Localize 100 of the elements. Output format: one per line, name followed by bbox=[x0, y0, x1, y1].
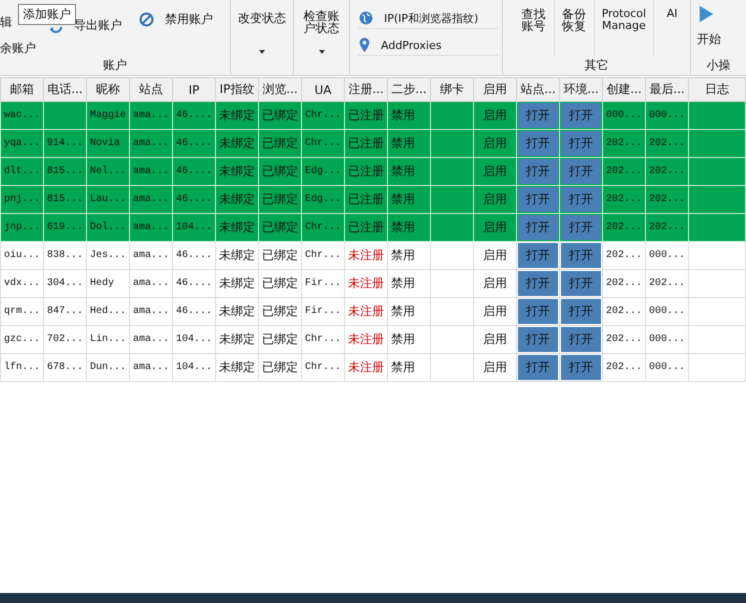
ribbon-button[interactable]: IP(IP和浏览器指纹) bbox=[358, 8, 498, 29]
table-cell: Chr... bbox=[302, 214, 344, 242]
ribbon-button[interactable]: 余账户 bbox=[0, 40, 46, 57]
open-button[interactable]: 打开 bbox=[518, 103, 558, 128]
open-button[interactable]: 打开 bbox=[561, 355, 601, 380]
column-header[interactable]: 绑卡 bbox=[430, 78, 474, 102]
ribbon-button[interactable]: 开始 bbox=[691, 0, 721, 48]
table-cell: Hedy bbox=[86, 270, 130, 298]
ribbon-button[interactable]: Protocol Manage bbox=[594, 8, 654, 32]
table-cell: ama... bbox=[130, 326, 172, 354]
open-button[interactable]: 打开 bbox=[518, 131, 558, 156]
table-cell: 未绑定 bbox=[216, 242, 258, 270]
table-cell: 46.... bbox=[172, 270, 216, 298]
open-button[interactable]: 打开 bbox=[518, 327, 558, 352]
tooltip: 添加账户 bbox=[18, 4, 76, 25]
table-cell: 000... bbox=[646, 298, 688, 326]
table-cell: 202... bbox=[602, 326, 646, 354]
open-button[interactable]: 打开 bbox=[561, 215, 601, 240]
table-cell: Lin... bbox=[86, 326, 130, 354]
ribbon-button[interactable]: 备份恢复 bbox=[554, 8, 594, 32]
group-label: 账户 bbox=[102, 57, 128, 74]
ribbon-button[interactable]: 禁用账户 bbox=[138, 11, 213, 28]
open-button[interactable]: 打开 bbox=[561, 243, 601, 268]
table-cell: 104... bbox=[172, 354, 216, 382]
column-header[interactable]: 浏览... bbox=[258, 78, 302, 102]
table-cell: 启用 bbox=[474, 354, 516, 382]
table-cell: 678... bbox=[44, 354, 86, 382]
column-header[interactable]: IP bbox=[172, 78, 216, 102]
table-cell: Chr... bbox=[302, 354, 344, 382]
table-cell: 202... bbox=[602, 214, 646, 242]
column-header[interactable]: 最后... bbox=[646, 78, 688, 102]
table-cell: 启用 bbox=[474, 298, 516, 326]
table-cell: 已绑定 bbox=[258, 242, 302, 270]
table-cell: lfn... bbox=[0, 354, 44, 382]
table-cell: 已绑定 bbox=[258, 270, 302, 298]
column-header[interactable]: 邮箱 bbox=[0, 78, 44, 102]
table-cell: 未绑定 bbox=[216, 298, 258, 326]
table-cell: ama... bbox=[130, 214, 172, 242]
open-button[interactable]: 打开 bbox=[518, 215, 558, 240]
group-label: 其它 bbox=[584, 57, 610, 74]
table-cell: 未注册 bbox=[344, 270, 388, 298]
open-button[interactable]: 打开 bbox=[518, 243, 558, 268]
table-cell: 104... bbox=[172, 214, 216, 242]
globe-icon bbox=[358, 10, 374, 26]
column-header[interactable]: IP指纹 bbox=[216, 78, 258, 102]
ban-icon bbox=[138, 11, 155, 28]
open-button[interactable]: 打开 bbox=[518, 271, 558, 296]
table-cell: 启用 bbox=[474, 270, 516, 298]
table-cell: 847... bbox=[44, 298, 86, 326]
table-cell: Jes... bbox=[86, 242, 130, 270]
table-cell: 202... bbox=[646, 270, 688, 298]
table-cell: 禁用 bbox=[388, 214, 430, 242]
table-cell: 702... bbox=[44, 326, 86, 354]
table-cell: 已绑定 bbox=[258, 326, 302, 354]
column-header[interactable]: UA bbox=[302, 78, 344, 102]
group-label: 小操 bbox=[706, 57, 732, 74]
table-cell: 202... bbox=[646, 214, 688, 242]
table-cell: 000... bbox=[646, 242, 688, 270]
open-button[interactable]: 打开 bbox=[561, 187, 601, 212]
open-button[interactable]: 打开 bbox=[561, 271, 601, 296]
table-cell: 已注册 bbox=[344, 214, 388, 242]
column-header[interactable]: 环境... bbox=[560, 78, 602, 102]
column-header[interactable]: 电话... bbox=[44, 78, 86, 102]
table-cell: 202... bbox=[602, 298, 646, 326]
column-header[interactable]: 日志 bbox=[688, 78, 746, 102]
column-header[interactable]: 站点... bbox=[516, 78, 560, 102]
column-header[interactable]: 二步... bbox=[388, 78, 430, 102]
open-button[interactable]: 打开 bbox=[561, 299, 601, 324]
open-button[interactable]: 打开 bbox=[518, 159, 558, 184]
open-button[interactable]: 打开 bbox=[561, 159, 601, 184]
column-header[interactable]: 站点 bbox=[130, 78, 172, 102]
table-cell: qrm... bbox=[0, 298, 44, 326]
ribbon-button[interactable]: 改变状态 bbox=[231, 0, 293, 58]
ribbon-button[interactable]: AddProxies bbox=[358, 35, 498, 56]
column-header[interactable]: 启用 bbox=[474, 78, 516, 102]
column-header[interactable]: 昵称 bbox=[86, 78, 130, 102]
table-cell: 禁用 bbox=[388, 242, 430, 270]
open-button[interactable]: 打开 bbox=[518, 299, 558, 324]
table-cell: 未注册 bbox=[344, 298, 388, 326]
open-button[interactable]: 打开 bbox=[561, 103, 601, 128]
open-button[interactable]: 打开 bbox=[518, 355, 558, 380]
ribbon-button[interactable]: 检查账户状态 bbox=[294, 0, 349, 58]
table-cell: 禁用 bbox=[388, 298, 430, 326]
open-button[interactable]: 打开 bbox=[518, 187, 558, 212]
table-cell: 838... bbox=[44, 242, 86, 270]
table-cell: 46.... bbox=[172, 298, 216, 326]
table-cell: Dol... bbox=[86, 214, 130, 242]
table-cell: 启用 bbox=[474, 326, 516, 354]
table-cell: jnp... bbox=[0, 214, 44, 242]
ribbon-button[interactable]: AI bbox=[654, 8, 690, 20]
column-header[interactable]: 创建... bbox=[602, 78, 646, 102]
ribbon-button[interactable]: 查找账号 bbox=[513, 8, 554, 32]
table-cell: 202... bbox=[602, 242, 646, 270]
play-icon bbox=[697, 5, 715, 23]
open-button[interactable]: 打开 bbox=[561, 327, 601, 352]
open-button[interactable]: 打开 bbox=[561, 131, 601, 156]
table-cell: ama... bbox=[130, 354, 172, 382]
table-cell: Chr... bbox=[302, 326, 344, 354]
column-header[interactable]: 注册... bbox=[344, 78, 388, 102]
table-cell: 202... bbox=[602, 354, 646, 382]
